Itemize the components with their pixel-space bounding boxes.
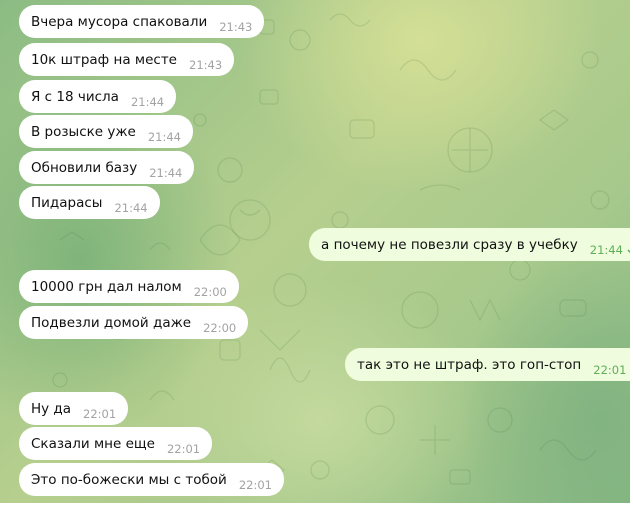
message-bubble[interactable]: Обновили базу 21:44 xyxy=(19,151,195,184)
message-time: 22:01 xyxy=(238,477,272,492)
message-text: В розыске уже xyxy=(31,123,136,140)
message-bubble[interactable]: 10к штраф на месте 21:43 xyxy=(19,43,235,76)
message-text: а почему не повезли сразу в учебку xyxy=(321,236,578,253)
message-text: 10к штраф на месте xyxy=(31,51,177,68)
message-text: Пидарасы xyxy=(31,194,103,211)
message-bubble[interactable]: Ну да 22:01 xyxy=(19,392,129,425)
message-text: так это не штраф. это гоп-стоп xyxy=(357,356,582,373)
message-time: 22:01 xyxy=(83,406,117,421)
message-time: 22:01 xyxy=(593,362,627,377)
message-bubble[interactable]: Сказали мне еще 22:01 xyxy=(19,427,213,460)
message-bubble[interactable]: Вчера мусора спаковали 21:43 xyxy=(19,5,265,38)
bottom-edge xyxy=(0,503,633,508)
message-time: 21:44 xyxy=(114,200,148,215)
message-bubble[interactable]: Я с 18 числа 21:44 xyxy=(19,80,177,113)
message-text: Ну да xyxy=(31,400,72,417)
message-text: Обновили базу xyxy=(31,159,138,176)
message-time: 21:44 xyxy=(149,165,183,180)
message-time: 22:01 xyxy=(166,441,201,456)
message-bubble[interactable]: Пидарасы 21:44 xyxy=(19,186,160,219)
message-bubble[interactable]: Это по-божески мы с тобой 22:01 xyxy=(19,463,284,496)
message-bubble[interactable]: 10000 грн дал налом 22:00 xyxy=(19,270,239,303)
message-text: Сказали мне еще xyxy=(31,435,155,452)
message-time: 22:00 xyxy=(193,284,227,299)
message-text: Это по-божески мы с тобой xyxy=(31,471,227,488)
message-text: Я с 18 числа xyxy=(31,88,119,105)
message-bubble-outgoing[interactable]: а почему не повезли сразу в учебку 21:44 xyxy=(309,228,633,261)
message-bubble-outgoing[interactable]: так это не штраф. это гоп-стоп 22:01 xyxy=(345,348,633,381)
message-text: Подвезли домой даже xyxy=(31,314,192,331)
message-time: 21:43 xyxy=(189,57,223,72)
message-bubble[interactable]: В розыске уже 21:44 xyxy=(19,115,194,148)
message-time: 21:44 xyxy=(147,129,182,144)
message-time: 21:43 xyxy=(219,19,253,34)
message-bubble[interactable]: Подвезли домой даже 22:00 xyxy=(19,306,249,339)
message-time: 22:00 xyxy=(203,320,237,335)
message-text: Вчера мусора спаковали xyxy=(31,13,208,30)
message-time: 21:44 xyxy=(589,242,623,257)
message-text: 10000 грн дал налом xyxy=(31,278,182,295)
message-time: 21:44 xyxy=(130,94,165,109)
